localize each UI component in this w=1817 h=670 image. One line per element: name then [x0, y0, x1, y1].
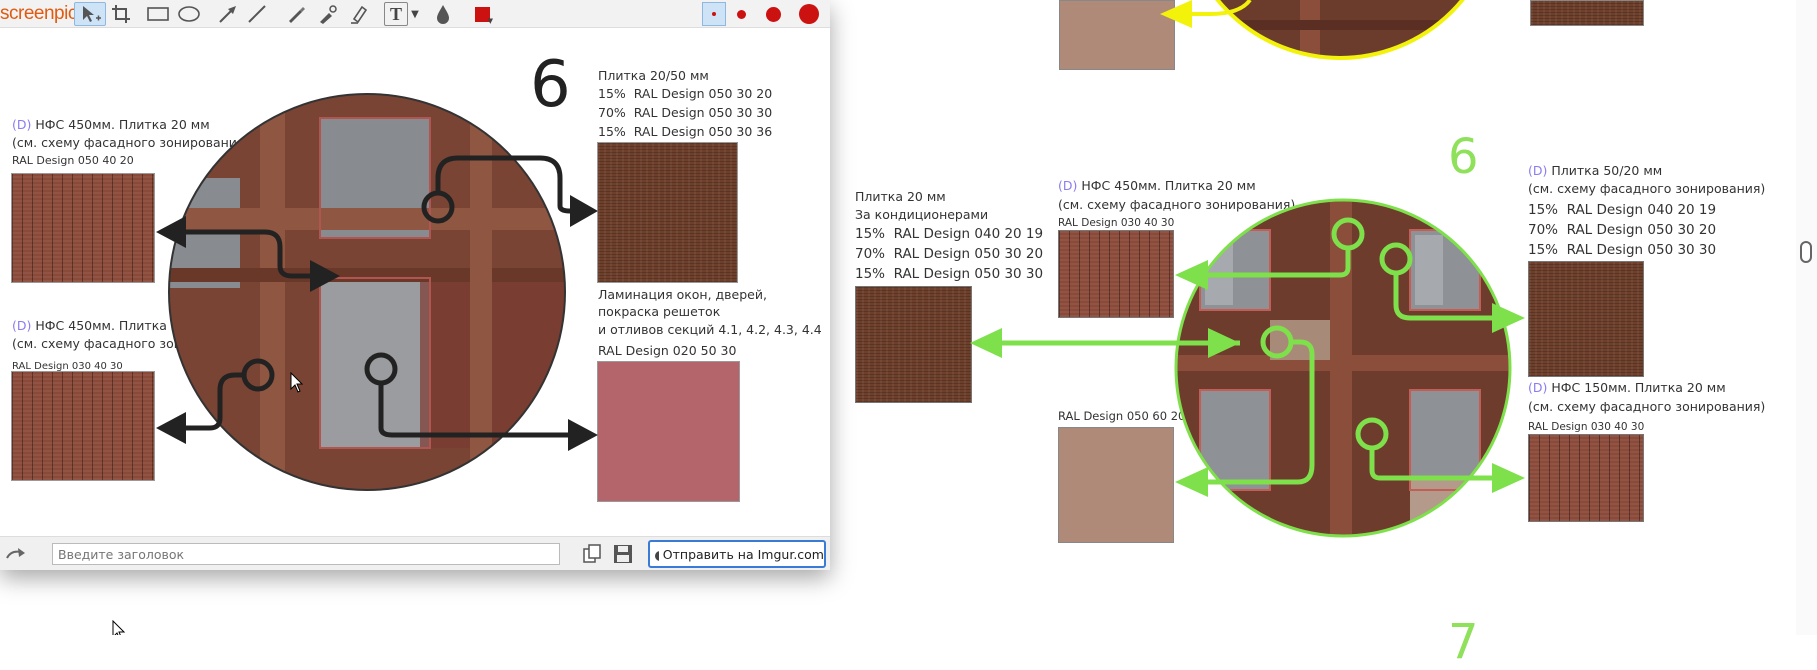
arrow-tool-button[interactable]	[216, 2, 240, 26]
desktop: 6 Плитка 20 мм За кондиционерами 15% RAL…	[0, 0, 1817, 669]
chevron-down-icon: ▼	[411, 8, 419, 20]
ellipse-tool-button[interactable]	[177, 2, 201, 26]
brush-size-xs-button[interactable]	[702, 2, 726, 26]
color-picker-button[interactable]: ▼	[470, 2, 494, 26]
app-logo: screenpic	[0, 3, 77, 24]
arrow-icon	[219, 6, 236, 23]
editor-toolbar: screenpic T ▼ ▼	[0, 0, 830, 28]
crop-tool-button[interactable]	[109, 2, 133, 26]
cloud-upload-icon	[655, 551, 659, 561]
detail-circle-green	[970, 198, 1525, 538]
save-button[interactable]	[611, 542, 635, 566]
drop-icon	[437, 5, 449, 24]
fill-tool-button[interactable]	[431, 2, 455, 26]
brush-size-l-button[interactable]	[797, 2, 821, 26]
document-page: 6 Плитка 20 мм За кондиционерами 15% RAL…	[830, 0, 1817, 669]
editor-bottom-bar: Отправить на Imgur.com	[0, 536, 830, 570]
dot-m-icon	[765, 6, 781, 22]
redo-icon	[6, 548, 25, 559]
cursor-move-icon	[83, 6, 101, 22]
line-tool-button[interactable]	[245, 2, 269, 26]
section-number-next: 7	[1448, 614, 1479, 670]
highlighter-icon	[351, 5, 368, 24]
blur-brush-icon	[320, 5, 337, 24]
copy-icon	[583, 544, 601, 563]
text-tool-button[interactable]: T	[384, 2, 408, 26]
ellipse-icon	[178, 6, 200, 22]
copy-button[interactable]	[580, 542, 604, 566]
pen-icon	[289, 7, 305, 23]
editor-canvas[interactable]: 6 (D) НФС 450мм. Плитка 20 мм (см. схему…	[0, 28, 830, 536]
select-tool-button[interactable]	[74, 2, 106, 26]
mouse-cursor-icon	[290, 372, 304, 393]
text-options-dropdown[interactable]: ▼	[408, 2, 422, 26]
line-icon	[248, 5, 266, 23]
scrollbar-thumb[interactable]	[1800, 241, 1812, 263]
pen-tool-button[interactable]	[284, 2, 308, 26]
brush-size-s-button[interactable]	[729, 2, 753, 26]
screenpic-window: screenpic T ▼ ▼ 6 (D) НФС 450мм. Плитка …	[0, 0, 830, 570]
title-input[interactable]	[52, 543, 560, 565]
blur-tool-button[interactable]	[316, 2, 340, 26]
highlighter-tool-button[interactable]	[347, 2, 371, 26]
scrollbar-track[interactable]	[1796, 0, 1817, 635]
color-dropdown-icon: ▼	[487, 17, 493, 25]
dot-l-icon	[799, 4, 819, 24]
upload-label: Отправить на Imgur.com	[662, 546, 824, 562]
brush-size-m-button[interactable]	[761, 2, 785, 26]
rectangle-tool-button[interactable]	[146, 2, 170, 26]
upload-imgur-button[interactable]: Отправить на Imgur.com	[648, 540, 826, 568]
canvas-detail-circle	[156, 93, 598, 491]
dot-xs-icon	[712, 12, 716, 16]
floppy-disk-icon	[614, 545, 632, 563]
rectangle-icon	[147, 7, 169, 21]
redo-button[interactable]	[2, 543, 30, 565]
crop-icon	[112, 5, 130, 23]
mouse-cursor-icon	[112, 620, 126, 635]
dot-s-icon	[736, 9, 746, 19]
